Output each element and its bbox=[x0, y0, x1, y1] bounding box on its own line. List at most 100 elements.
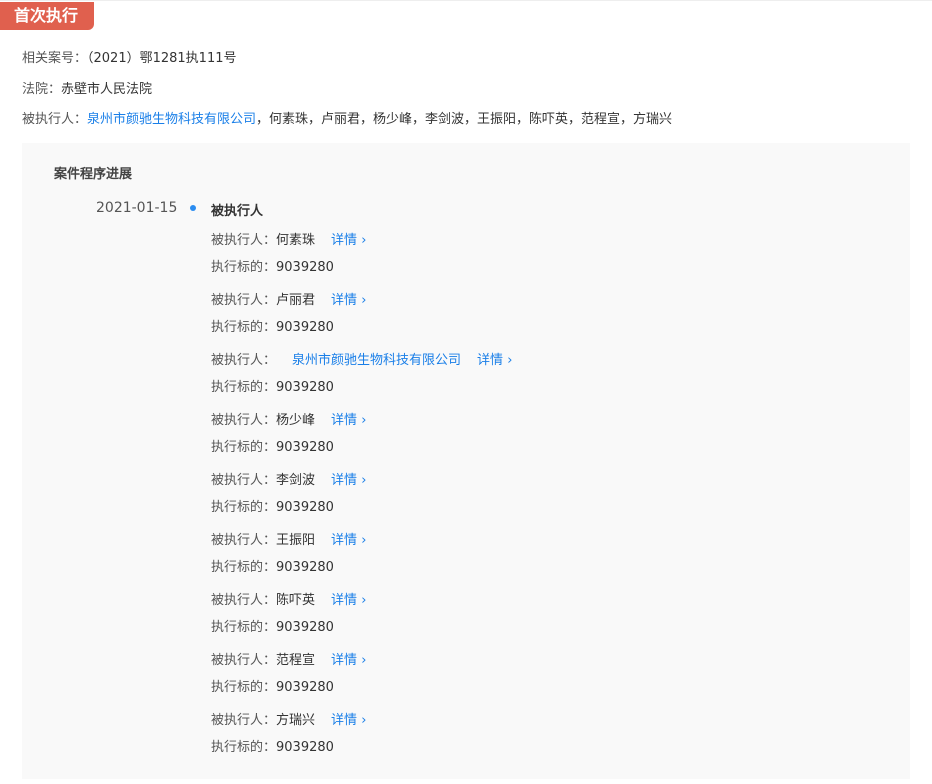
detail-label: 详情 bbox=[331, 593, 358, 608]
target-amount: 9039280 bbox=[276, 380, 334, 395]
target-line: 执行标的：9039280 bbox=[211, 314, 366, 341]
target-line: 执行标的：9039280 bbox=[211, 434, 366, 461]
progress-entry: 被执行人：陈吓英 详情 › 执行标的：9039280 bbox=[211, 587, 366, 641]
target-line: 执行标的：9039280 bbox=[211, 494, 366, 521]
progress-entry: 被执行人：李剑波 详情 › 执行标的：9039280 bbox=[211, 467, 366, 521]
chevron-right-icon: › bbox=[361, 473, 367, 488]
person-name: 范程宣 bbox=[276, 653, 316, 668]
person-name: 何素珠 bbox=[276, 233, 316, 248]
chevron-right-icon: › bbox=[361, 293, 367, 308]
person-name: 陈吓英 bbox=[276, 593, 316, 608]
target-label: 执行标的： bbox=[211, 380, 277, 395]
detail-label: 详情 bbox=[477, 353, 504, 368]
progress-entry: 被执行人：何素珠 详情 › 执行标的：9039280 bbox=[211, 227, 366, 281]
target-amount: 9039280 bbox=[276, 320, 334, 335]
detail-link[interactable]: 详情 › bbox=[331, 413, 366, 428]
progress-entry: 被执行人：卢丽君 详情 › 执行标的：9039280 bbox=[211, 287, 366, 341]
target-label: 执行标的： bbox=[211, 680, 277, 695]
progress-entry: 被执行人：杨少峰 详情 › 执行标的：9039280 bbox=[211, 407, 366, 461]
target-label: 执行标的： bbox=[211, 620, 277, 635]
person-line: 被执行人：方瑞兴 详情 › bbox=[211, 707, 366, 734]
detail-link[interactable]: 详情 › bbox=[331, 473, 366, 488]
target-amount: 9039280 bbox=[276, 440, 334, 455]
detail-label: 详情 bbox=[331, 413, 358, 428]
target-label: 执行标的： bbox=[211, 260, 277, 275]
target-amount: 9039280 bbox=[276, 620, 334, 635]
chevron-right-icon: › bbox=[361, 533, 367, 548]
person-label: 被执行人： bbox=[211, 413, 277, 428]
event-title: 被执行人 bbox=[211, 204, 264, 219]
person-line: 被执行人：范程宣 详情 › bbox=[211, 647, 366, 674]
person-line: 被执行人：王振阳 详情 › bbox=[211, 527, 366, 554]
detail-label: 详情 bbox=[331, 713, 358, 728]
person-line: 被执行人：陈吓英 详情 › bbox=[211, 587, 366, 614]
person-name: 王振阳 bbox=[276, 533, 316, 548]
target-line: 执行标的：9039280 bbox=[211, 254, 366, 281]
detail-label: 详情 bbox=[331, 653, 358, 668]
target-label: 执行标的： bbox=[211, 560, 277, 575]
chevron-right-icon: › bbox=[361, 653, 367, 668]
timeline-dot-icon bbox=[190, 205, 196, 211]
event-date: 2021-01-15 bbox=[96, 200, 178, 216]
person-line: 被执行人：何素珠 详情 › bbox=[211, 227, 366, 254]
detail-link[interactable]: 详情 › bbox=[331, 233, 366, 248]
chevron-right-icon: › bbox=[361, 413, 367, 428]
case-number-row: 相关案号：（2021）鄂1281执111号 bbox=[22, 47, 237, 66]
company-link[interactable]: 泉州市颜驰生物科技有限公司 bbox=[87, 112, 256, 127]
target-amount: 9039280 bbox=[276, 500, 334, 515]
target-label: 执行标的： bbox=[211, 440, 277, 455]
first-execution-tag: 首次执行 bbox=[0, 2, 94, 30]
person-label: 被执行人： bbox=[211, 593, 277, 608]
progress-entry: 被执行人： 泉州市颜驰生物科技有限公司 详情 › 执行标的：9039280 bbox=[211, 347, 512, 401]
court-label: 法院： bbox=[22, 82, 62, 97]
chevron-right-icon: › bbox=[507, 353, 513, 368]
person-label: 被执行人： bbox=[211, 653, 277, 668]
person-line: 被执行人： 泉州市颜驰生物科技有限公司 详情 › bbox=[211, 347, 512, 374]
detail-link[interactable]: 详情 › bbox=[331, 713, 366, 728]
target-line: 执行标的：9039280 bbox=[211, 554, 366, 581]
target-amount: 9039280 bbox=[276, 740, 334, 755]
top-divider bbox=[0, 0, 932, 1]
progress-entry: 被执行人：范程宣 详情 › 执行标的：9039280 bbox=[211, 647, 366, 701]
progress-entry: 被执行人：方瑞兴 详情 › 执行标的：9039280 bbox=[211, 707, 366, 761]
case-number-value: （2021）鄂1281执111号 bbox=[87, 51, 237, 66]
target-line: 执行标的：9039280 bbox=[211, 614, 366, 641]
person-label: 被执行人： bbox=[211, 473, 277, 488]
person-name: 卢丽君 bbox=[276, 293, 316, 308]
detail-label: 详情 bbox=[331, 293, 358, 308]
court-value: 赤壁市人民法院 bbox=[61, 82, 153, 97]
detail-link[interactable]: 详情 › bbox=[331, 293, 366, 308]
person-label: 被执行人： bbox=[211, 533, 277, 548]
target-label: 执行标的： bbox=[211, 500, 277, 515]
detail-label: 详情 bbox=[331, 233, 358, 248]
person-line: 被执行人：李剑波 详情 › bbox=[211, 467, 366, 494]
progress-entry: 被执行人：王振阳 详情 › 执行标的：9039280 bbox=[211, 527, 366, 581]
person-name: 杨少峰 bbox=[276, 413, 316, 428]
target-amount: 9039280 bbox=[276, 680, 334, 695]
chevron-right-icon: › bbox=[361, 593, 367, 608]
target-line: 执行标的：9039280 bbox=[211, 674, 366, 701]
person-name: 李剑波 bbox=[276, 473, 316, 488]
progress-title: 案件程序进展 bbox=[54, 167, 133, 182]
case-number-label: 相关案号： bbox=[22, 51, 88, 66]
person-label: 被执行人： bbox=[211, 293, 277, 308]
executed-others: ，何素珠，卢丽君，杨少峰，李剑波，王振阳，陈吓英，范程宣，方瑞兴 bbox=[256, 112, 673, 127]
detail-link[interactable]: 详情 › bbox=[331, 593, 366, 608]
detail-link[interactable]: 详情 › bbox=[477, 353, 512, 368]
target-amount: 9039280 bbox=[276, 560, 334, 575]
person-line: 被执行人：杨少峰 详情 › bbox=[211, 407, 366, 434]
progress-panel: 案件程序进展 2021-01-15 被执行人 被执行人：何素珠 详情 › 执行标的：… bbox=[22, 143, 910, 779]
target-label: 执行标的： bbox=[211, 740, 277, 755]
person-label: 被执行人： bbox=[211, 353, 277, 368]
chevron-right-icon: › bbox=[361, 233, 367, 248]
detail-link[interactable]: 详情 › bbox=[331, 653, 366, 668]
target-label: 执行标的： bbox=[211, 320, 277, 335]
person-line: 被执行人：卢丽君 详情 › bbox=[211, 287, 366, 314]
executed-persons-row: 被执行人：泉州市颜驰生物科技有限公司，何素珠，卢丽君，杨少峰，李剑波，王振阳，陈… bbox=[22, 108, 672, 127]
detail-label: 详情 bbox=[331, 473, 358, 488]
detail-link[interactable]: 详情 › bbox=[331, 533, 366, 548]
executed-label: 被执行人： bbox=[22, 112, 88, 127]
person-label: 被执行人： bbox=[211, 713, 277, 728]
target-line: 执行标的：9039280 bbox=[211, 374, 512, 401]
person-name[interactable]: 泉州市颜驰生物科技有限公司 bbox=[292, 353, 461, 368]
